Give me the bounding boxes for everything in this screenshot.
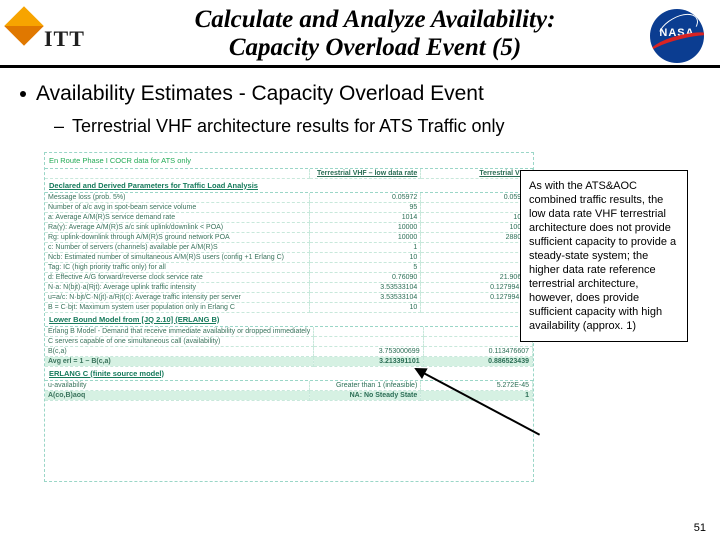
itt-logo: ITT (10, 12, 100, 56)
table-row: Ra(γ): Average A/M(R)S a/c sink uplink/d… (45, 222, 533, 232)
bullet-main-text: Availability Estimates - Capacity Overlo… (36, 82, 484, 106)
section-a-heading: Declared and Derived Parameters for Traf… (45, 179, 533, 193)
page-number: 51 (694, 522, 706, 534)
bullet-sub-text: Terrestrial VHF architecture results for… (72, 116, 504, 138)
table-row: u-availabilityGreater than 1 (infeasible… (45, 381, 533, 391)
itt-mark-icon (4, 6, 44, 46)
table-row: Erlang B Model - Demand that receive imm… (45, 327, 533, 337)
table-row: Message loss (prob. 5%)0.059720.05972 (45, 193, 533, 203)
figure-area: En Route Phase I COCR data for ATS only … (44, 152, 688, 492)
results-table-screenshot: En Route Phase I COCR data for ATS only … (44, 152, 534, 482)
slide-header: ITT Calculate and Analyze Availability: … (0, 0, 720, 68)
table-row: B = C·bjt: Maximum system user populatio… (45, 302, 533, 312)
section-b-heading: Lower Bound Model from [JQ 2.10] (ERLANG… (45, 313, 533, 327)
table-row: Tag: IC (high priority traffic only) for… (45, 262, 533, 272)
table-row: Ncb: Estimated number of simultaneous A/… (45, 252, 533, 262)
bullet-dash-icon: – (54, 116, 64, 138)
bullet-dot-icon (20, 91, 26, 97)
nasa-meatball-icon: NASA (650, 9, 704, 63)
bullet-level-1: Availability Estimates - Capacity Overlo… (20, 82, 700, 106)
itt-logo-text: ITT (44, 26, 85, 52)
nasa-logo: NASA (650, 9, 710, 59)
table-row: Avg erl = 1 − B(c,a)3.2133911010.8865234… (45, 356, 533, 366)
callout-box: As with the ATS&AOC combined traffic res… (520, 170, 688, 343)
table-row: a: Average A/M(R)S service demand rate10… (45, 212, 533, 222)
title-line-1: Calculate and Analyze Availability: (195, 6, 556, 33)
table-row: Rg: uplink-downlink through A/M(R)S grou… (45, 232, 533, 242)
col-header-1: Terrestrial VHF – low data rate (317, 170, 417, 177)
table-row: N·a: N(bjt)·a(Rjt): Average uplink traff… (45, 282, 533, 292)
table-row: Number of a/c avg in spot-beam service v… (45, 202, 533, 212)
table-row: c: Number of servers (channels) availabl… (45, 242, 533, 252)
table-row: B(c,a)3.7530006990.113476607 (45, 346, 533, 356)
slide-body: Availability Estimates - Capacity Overlo… (0, 68, 720, 492)
section-a-rows: Message loss (prob. 5%)0.059720.05972Num… (45, 193, 533, 313)
section-c-heading: ERLANG C (finite source model) (45, 367, 533, 381)
table-row: u=a/c: N·bjt/C·N(jt)·a/Rjt(c): Average t… (45, 292, 533, 302)
bullet-level-2: – Terrestrial VHF architecture results f… (20, 116, 700, 138)
slide-title: Calculate and Analyze Availability: Capa… (100, 6, 650, 61)
table-caption: En Route Phase I COCR data for ATS only (45, 153, 533, 169)
table-row: C servers capable of one simultaneous ca… (45, 336, 533, 346)
section-b-rows: Erlang B Model - Demand that receive imm… (45, 327, 533, 367)
results-table: Terrestrial VHF – low data rate Terrestr… (45, 169, 533, 179)
callout-text: As with the ATS&AOC combined traffic res… (529, 180, 676, 333)
title-line-2: Capacity Overload Event (5) (229, 34, 521, 61)
table-row: d: Effective A/G forward/reverse clock s… (45, 272, 533, 282)
table-column-headers: Terrestrial VHF – low data rate Terrestr… (45, 169, 533, 179)
